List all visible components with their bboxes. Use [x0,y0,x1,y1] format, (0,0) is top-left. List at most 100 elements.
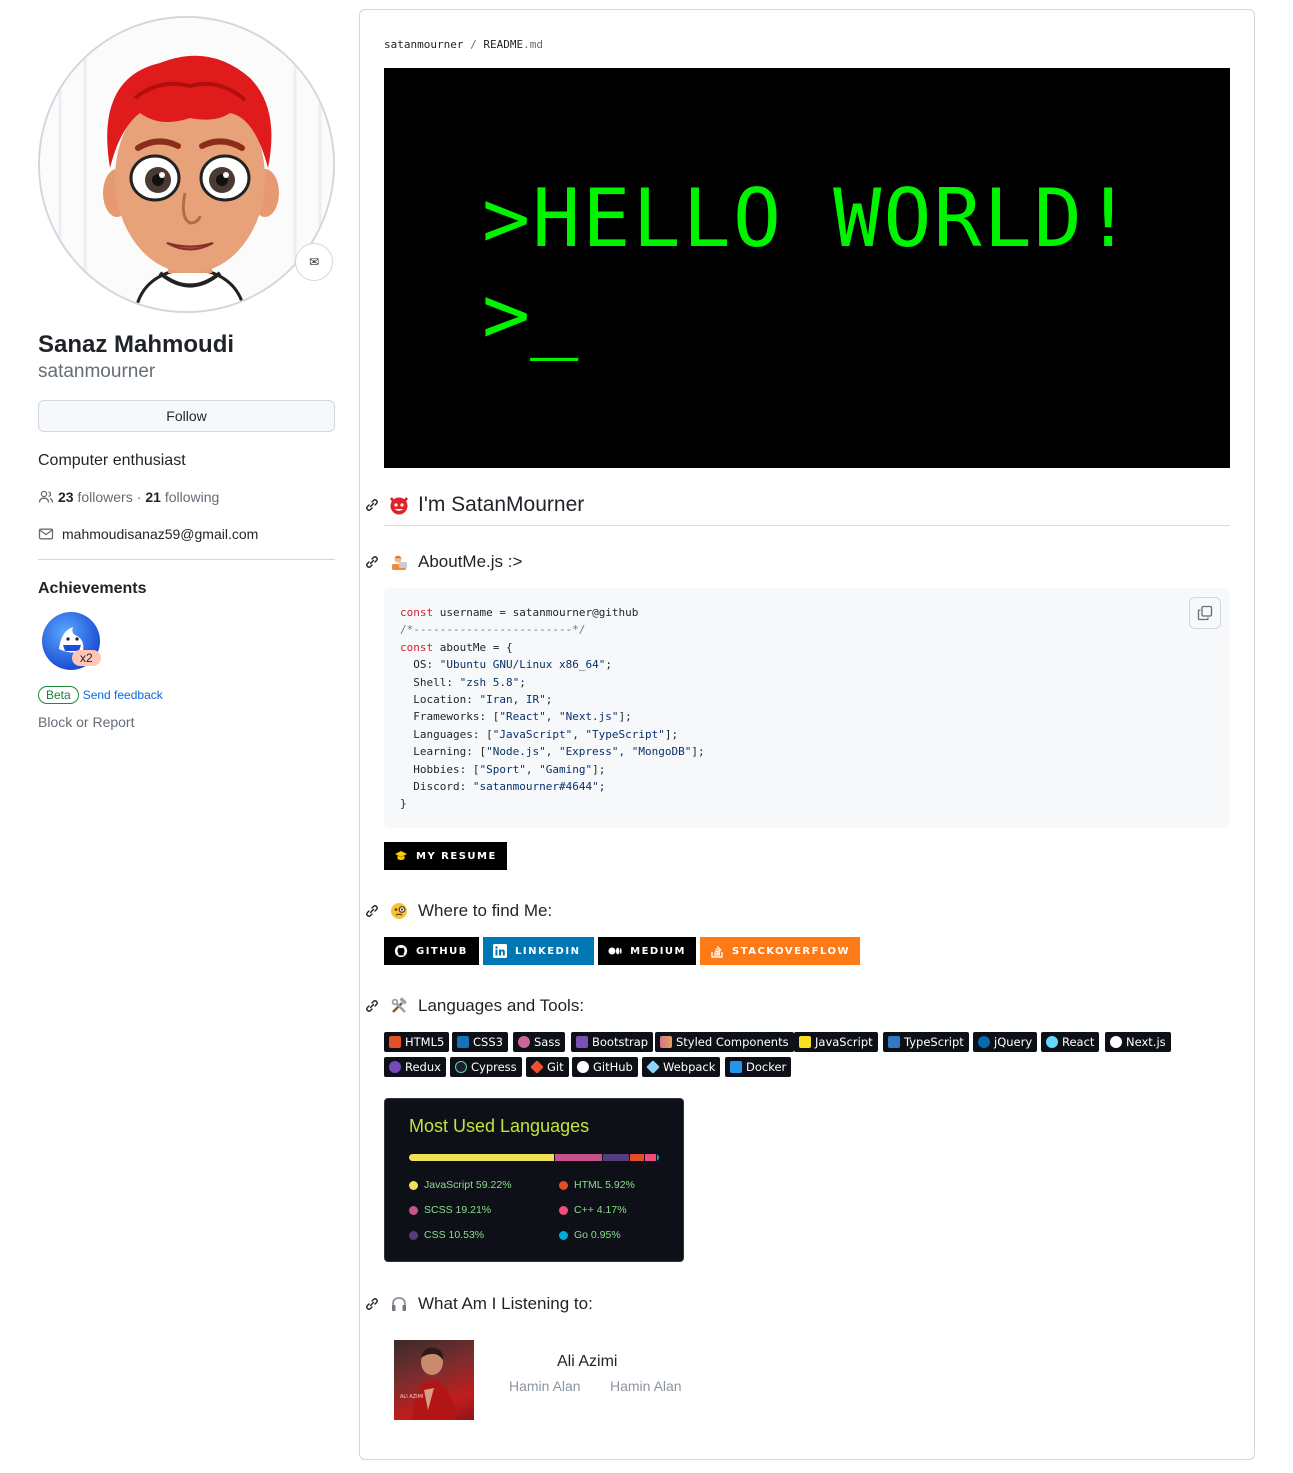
tool-badge-react[interactable]: React [1041,1032,1100,1052]
crumb-user[interactable]: satanmourner [384,38,463,51]
send-feedback-link[interactable]: Send feedback [83,688,163,702]
linkedin-social-badge[interactable]: LINKEDIN [483,937,594,965]
status-button[interactable]: ✉ [295,243,333,281]
language-legend-item: HTML 5.92% [559,1179,635,1191]
anchor-link-icon[interactable] [364,497,380,513]
language-color-dot [409,1205,418,1215]
heading-intro-text: I'm SatanMourner [418,493,585,516]
banner-line-2: >_ [482,268,579,361]
achievements-title: Achievements [38,580,147,597]
hello-world-banner: >HELLO WORLD! >_ [384,68,1230,468]
javascript-icon [799,1036,811,1048]
github-social-badge[interactable]: GITHUB [384,937,479,965]
tool-badge-git[interactable]: Git [526,1057,569,1077]
beta-feedback-row: Beta Send feedback [38,686,335,704]
stackoverflow-icon [711,945,723,958]
jquery-icon [978,1036,990,1048]
language-color-dot [559,1230,568,1240]
git-icon [530,1060,544,1074]
tool-badge-styled-components[interactable]: Styled Components [655,1032,794,1052]
language-bar-segment [603,1154,629,1161]
language-legend-text: CSS 10.53% [424,1229,485,1241]
redux-icon [389,1061,401,1073]
tool-badge-bootstrap[interactable]: Bootstrap [571,1032,654,1052]
readme-breadcrumb: satanmourner / README.md [384,38,543,51]
graduation-cap-icon [395,851,407,860]
medium-icon [608,947,622,955]
stackoverflow-social-badge[interactable]: STACKOVERFLOW [700,937,860,965]
html5-icon [389,1036,401,1048]
tool-badge-nextjs[interactable]: Next.js [1105,1032,1171,1052]
tool-badge-cypress[interactable]: Cypress [450,1057,522,1077]
follow-stats: 23 followers · 21 following [38,489,335,505]
beta-label: Beta [38,686,79,704]
typescript-icon [888,1036,900,1048]
people-icon [38,490,54,503]
tool-badge-javascript[interactable]: JavaScript [794,1032,878,1052]
resume-badge[interactable]: MY RESUME [384,842,507,870]
language-legend-text: HTML 5.92% [574,1179,635,1191]
medium-social-badge[interactable]: MEDIUM [598,937,696,965]
cover-text: ALI AZIMI [400,1394,423,1400]
language-legend-text: Go 0.95% [574,1229,621,1241]
language-color-dot [559,1205,568,1215]
language-legend-item: C++ 4.17% [559,1204,627,1216]
webpack-icon [646,1060,660,1074]
languages-card-title: Most Used Languages [409,1116,590,1136]
headphone-icon [388,1293,410,1315]
languages-progress-bar [409,1154,659,1161]
email-row: mahmoudisanaz59@gmail.com [38,526,335,542]
tool-badge-docker[interactable]: Docker [725,1057,792,1077]
heading-about: AboutMe.js :> [364,551,522,573]
followers-link[interactable]: 23 followers [58,489,133,505]
about-code-block: const username = satanmourner@github /*-… [384,588,1230,828]
tool-badge-redux[interactable]: Redux [384,1057,446,1077]
tool-badge-css3[interactable]: CSS3 [452,1032,508,1052]
tool-badge-webpack[interactable]: Webpack [642,1057,721,1077]
song-artist: Ali Azimi [557,1353,618,1370]
tool-badge-typescript[interactable]: TypeScript [883,1032,969,1052]
heading-tools-text: Languages and Tools: [418,996,585,1015]
language-color-dot [409,1180,418,1190]
technologist-icon [388,551,410,573]
anchor-link-icon[interactable] [364,903,380,919]
tool-badge-github[interactable]: GitHub [572,1057,638,1077]
github-icon [394,944,408,958]
docker-icon [730,1061,742,1073]
cypress-icon [455,1061,467,1073]
crumb-separator: / [470,38,477,51]
copy-icon [1197,605,1213,621]
language-legend-item: CSS 10.53% [409,1229,484,1241]
copy-code-button[interactable] [1189,597,1221,629]
stats-separator: · [136,489,142,505]
anchor-link-icon[interactable] [364,998,380,1014]
heading-listening: What Am I Listening to: [364,1293,593,1315]
email-link[interactable]: mahmoudisanaz59@gmail.com [62,526,258,542]
album-cover[interactable]: ALI AZIMI [394,1340,474,1420]
heading-tools: Languages and Tools: [364,995,584,1017]
language-legend-item: Go 0.95% [559,1229,621,1241]
follow-button[interactable]: Follow [38,400,335,432]
block-report-link[interactable]: Block or Report [38,714,335,730]
anchor-link-icon[interactable] [364,1296,380,1312]
linkedin-icon [493,944,507,958]
avatar[interactable] [38,16,335,313]
language-bar-segment [409,1154,555,1161]
tool-badge-html5[interactable]: HTML5 [384,1032,450,1052]
tool-badge-sass[interactable]: Sass [513,1032,566,1052]
heading-listening-text: What Am I Listening to: [418,1294,593,1313]
crumb-ext: .md [523,38,543,51]
achievement-badge[interactable]: x2 [42,612,106,676]
language-legend-item: JavaScript 59.22% [409,1179,512,1191]
language-color-dot [409,1230,418,1240]
language-legend-text: C++ 4.17% [574,1204,627,1216]
hammer-wrench-icon [388,995,410,1017]
nextjs-icon [1110,1036,1122,1048]
sidebar-divider [38,559,335,560]
tool-badge-jquery[interactable]: jQuery [973,1032,1038,1052]
following-link[interactable]: 21 following [145,489,219,505]
anchor-link-icon[interactable] [364,554,380,570]
github-icon [577,1061,589,1073]
language-color-dot [559,1180,568,1190]
heading-rule [384,525,1230,526]
